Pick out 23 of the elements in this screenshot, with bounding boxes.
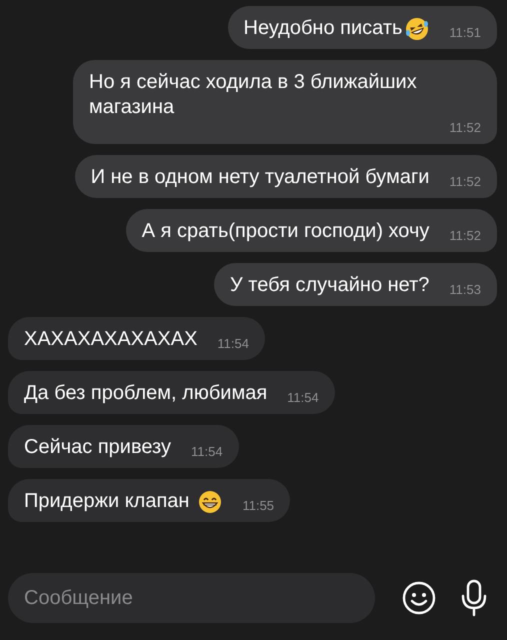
message-text: Неудобно писать [244,16,402,41]
message-time: 11:52 [449,120,481,136]
message-text: ХАХАХАХАХАХАХ [24,327,198,352]
message-time: 11:54 [287,390,319,406]
laughing-face-icon [405,16,430,40]
message-text: Сейчас привезу [24,435,171,460]
message-time: 11:54 [217,336,249,352]
message-field[interactable]: Сообщение [8,573,375,623]
message-text: Да без проблем, любимая [24,381,268,406]
message-time: 11:52 [449,174,481,190]
message-time: 11:52 [449,228,481,244]
message-text: Но я сейчас ходила в 3 ближайших магазина [89,70,418,120]
message-time: 11:53 [449,282,481,298]
microphone-icon[interactable] [459,579,489,617]
message-text: Придержи клапан [24,489,190,514]
grinning-face-icon [198,490,222,514]
message-time: 11:51 [449,25,481,41]
message-text: И не в одном нету туалетной бумаги [90,165,430,190]
message-time: 11:55 [242,498,274,514]
message-time: 11:54 [191,444,223,460]
message-text: А я срать(прости господи) хочу [142,219,430,244]
message-text: У тебя случайно нет? [230,273,430,298]
smiley-icon[interactable] [401,580,437,616]
